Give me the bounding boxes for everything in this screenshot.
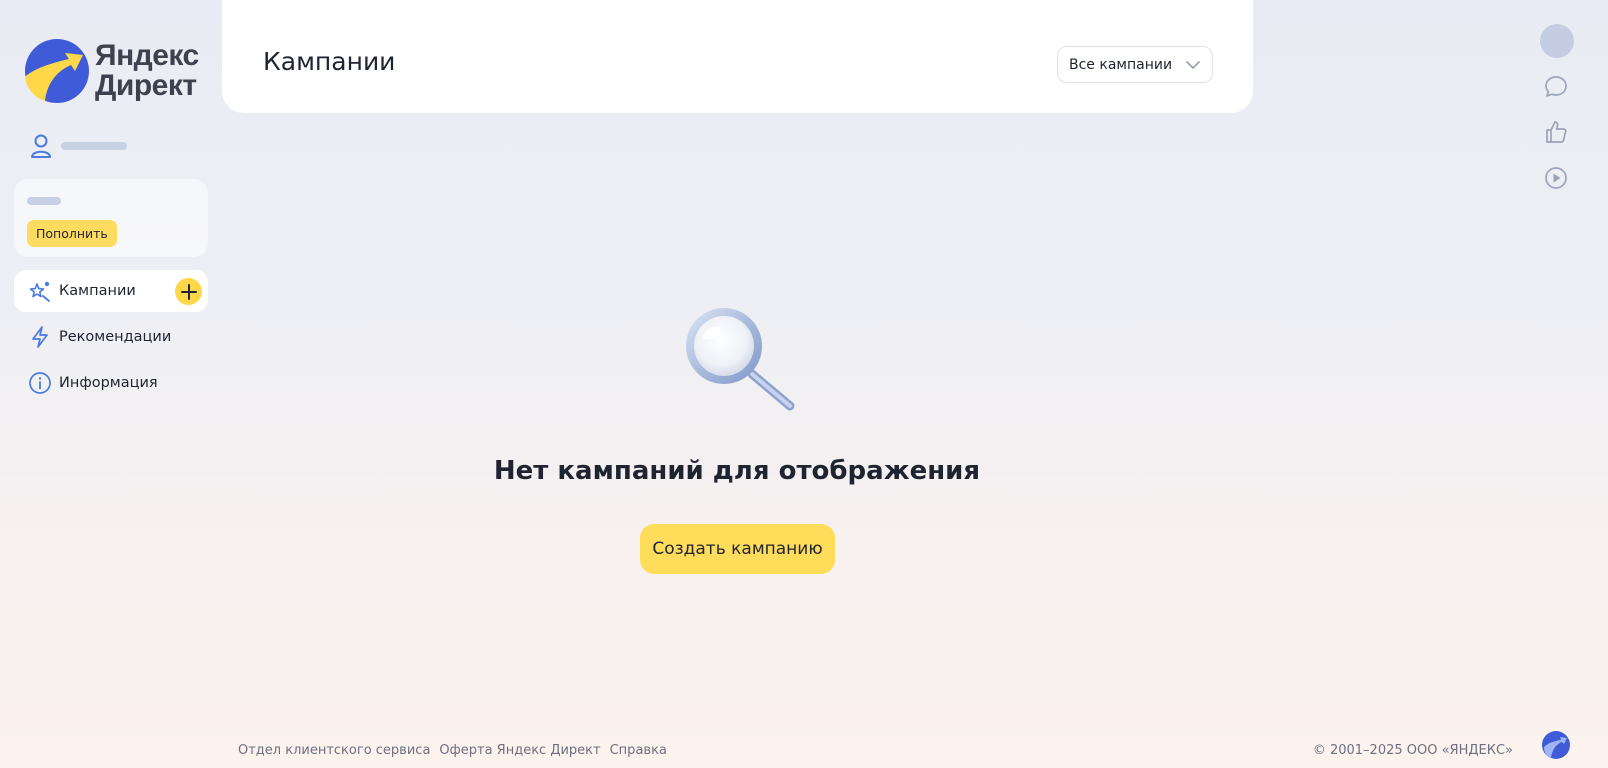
empty-state-title: Нет кампаний для отображения <box>493 456 981 486</box>
chat-icon[interactable] <box>1543 74 1569 100</box>
logo-text-line2: Директ <box>95 69 197 102</box>
campaigns-sparkle-icon <box>29 281 50 302</box>
add-campaign-button[interactable] <box>175 278 202 305</box>
footer-link-help[interactable]: Справка <box>610 743 667 758</box>
logo-text-line1: Яндекс <box>95 39 199 72</box>
topup-button[interactable]: Пополнить <box>27 220 117 247</box>
avatar[interactable] <box>1540 24 1574 58</box>
copyright: © 2001–2025 ООО «ЯНДЕКС» <box>1312 743 1513 758</box>
sidebar-item-campaigns[interactable]: Кампании <box>14 270 208 312</box>
thumbs-up-icon[interactable] <box>1543 119 1569 145</box>
create-campaign-button[interactable]: Создать кампанию <box>640 524 835 574</box>
sidebar-item-recommendations[interactable]: Рекомендации <box>14 316 208 358</box>
sidebar-nav: Кампании Рекомендации Информация <box>14 270 208 408</box>
footer-logo-icon[interactable] <box>1542 731 1570 759</box>
footer-links: Отдел клиентского сервиса Оферта Яндекс … <box>238 743 667 758</box>
sidebar-item-label: Кампании <box>59 283 136 299</box>
balance-card: Пополнить <box>14 179 208 257</box>
balance-placeholder <box>27 197 61 205</box>
logo-mark-icon <box>25 39 89 103</box>
filter-selected-value: Все кампании <box>1069 56 1173 73</box>
user-icon <box>31 134 51 158</box>
plus-icon <box>180 283 197 300</box>
footer-link-offer[interactable]: Оферта Яндекс Директ <box>439 743 600 758</box>
page-title: Кампании <box>263 47 396 76</box>
footer-link-client-service[interactable]: Отдел клиентского сервиса <box>238 743 430 758</box>
campaign-filter-select[interactable]: Все кампании <box>1057 46 1213 83</box>
play-icon[interactable] <box>1543 165 1569 191</box>
user-account[interactable] <box>30 133 127 159</box>
sidebar-item-label: Информация <box>59 375 158 391</box>
magnifier-icon <box>686 308 795 411</box>
chevron-down-icon <box>1186 61 1200 69</box>
sidebar-item-label: Рекомендации <box>59 329 172 345</box>
user-name-placeholder <box>61 142 127 150</box>
yandex-direct-logo[interactable]: Яндекс Директ <box>25 38 200 104</box>
page-header: Кампании Все кампании <box>222 0 1253 113</box>
info-icon <box>29 372 51 394</box>
sidebar-item-information[interactable]: Информация <box>14 362 208 404</box>
lightning-icon <box>32 326 48 348</box>
